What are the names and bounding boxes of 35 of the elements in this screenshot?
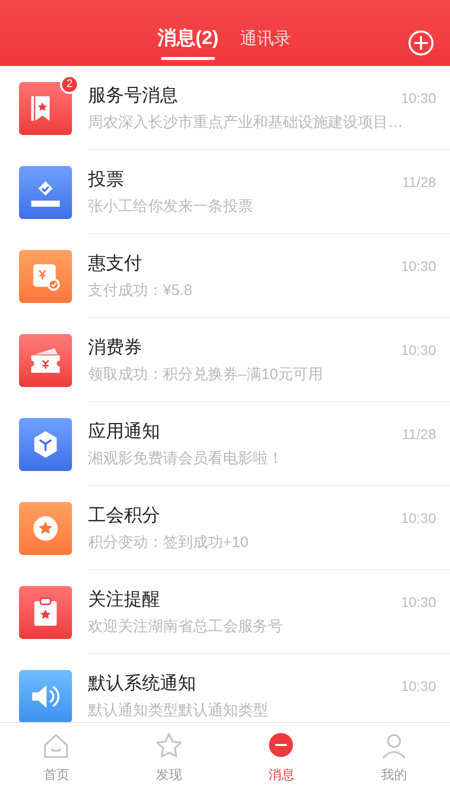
- message-title: 服务号消息: [88, 84, 178, 106]
- message-preview: 领取成功：积分兑换券–满10元可用: [88, 364, 324, 384]
- message-time: 11/28: [402, 172, 436, 192]
- message-time: 10:30: [400, 256, 436, 276]
- unread-badge: 2: [60, 74, 79, 94]
- message-time: 10:30: [400, 592, 436, 612]
- message-preview: 欢迎关注湖南省总工会服务号: [88, 616, 283, 636]
- message-title: 应用通知: [88, 420, 160, 442]
- message-title: 投票: [88, 168, 124, 190]
- message-preview: 默认通知类型默认通知类型: [88, 701, 268, 721]
- ballot-box-icon: [19, 166, 72, 218]
- tab-bar-item[interactable]: 消息: [225, 731, 338, 784]
- cube-icon: [19, 418, 72, 470]
- message-title: 默认系统通知: [88, 672, 196, 695]
- clipboard-icon: [19, 586, 72, 638]
- message-preview: 张小工给你发来一条投票: [88, 196, 253, 216]
- message-preview: 湘观影免费请会员看电影啦！: [88, 448, 283, 468]
- tab-underline: [160, 57, 215, 60]
- message-time: 10:30: [400, 677, 436, 696]
- message-time: 10:30: [400, 88, 436, 108]
- add-icon[interactable]: [408, 30, 434, 56]
- message-time: 11/28: [402, 424, 436, 444]
- message-title: 关注提醒: [88, 588, 160, 610]
- message-title: 消费券: [88, 336, 142, 358]
- message-preview: 积分变动：签到成功+10: [88, 532, 248, 552]
- message-title: 工会积分: [88, 504, 160, 526]
- ticket-icon: [19, 334, 72, 386]
- message-preview: 支付成功：¥5.8: [88, 280, 192, 300]
- message-preview: 周农深入长沙市重点产业和基础设施建设项目…: [88, 112, 403, 132]
- message-time: 10:30: [400, 340, 436, 360]
- payment-icon: [19, 250, 72, 302]
- message-title: 惠支付: [88, 252, 142, 274]
- message-time: 10:30: [400, 508, 436, 528]
- star-badge-icon: [19, 502, 72, 554]
- header-tab[interactable]: 消息(2): [157, 27, 219, 51]
